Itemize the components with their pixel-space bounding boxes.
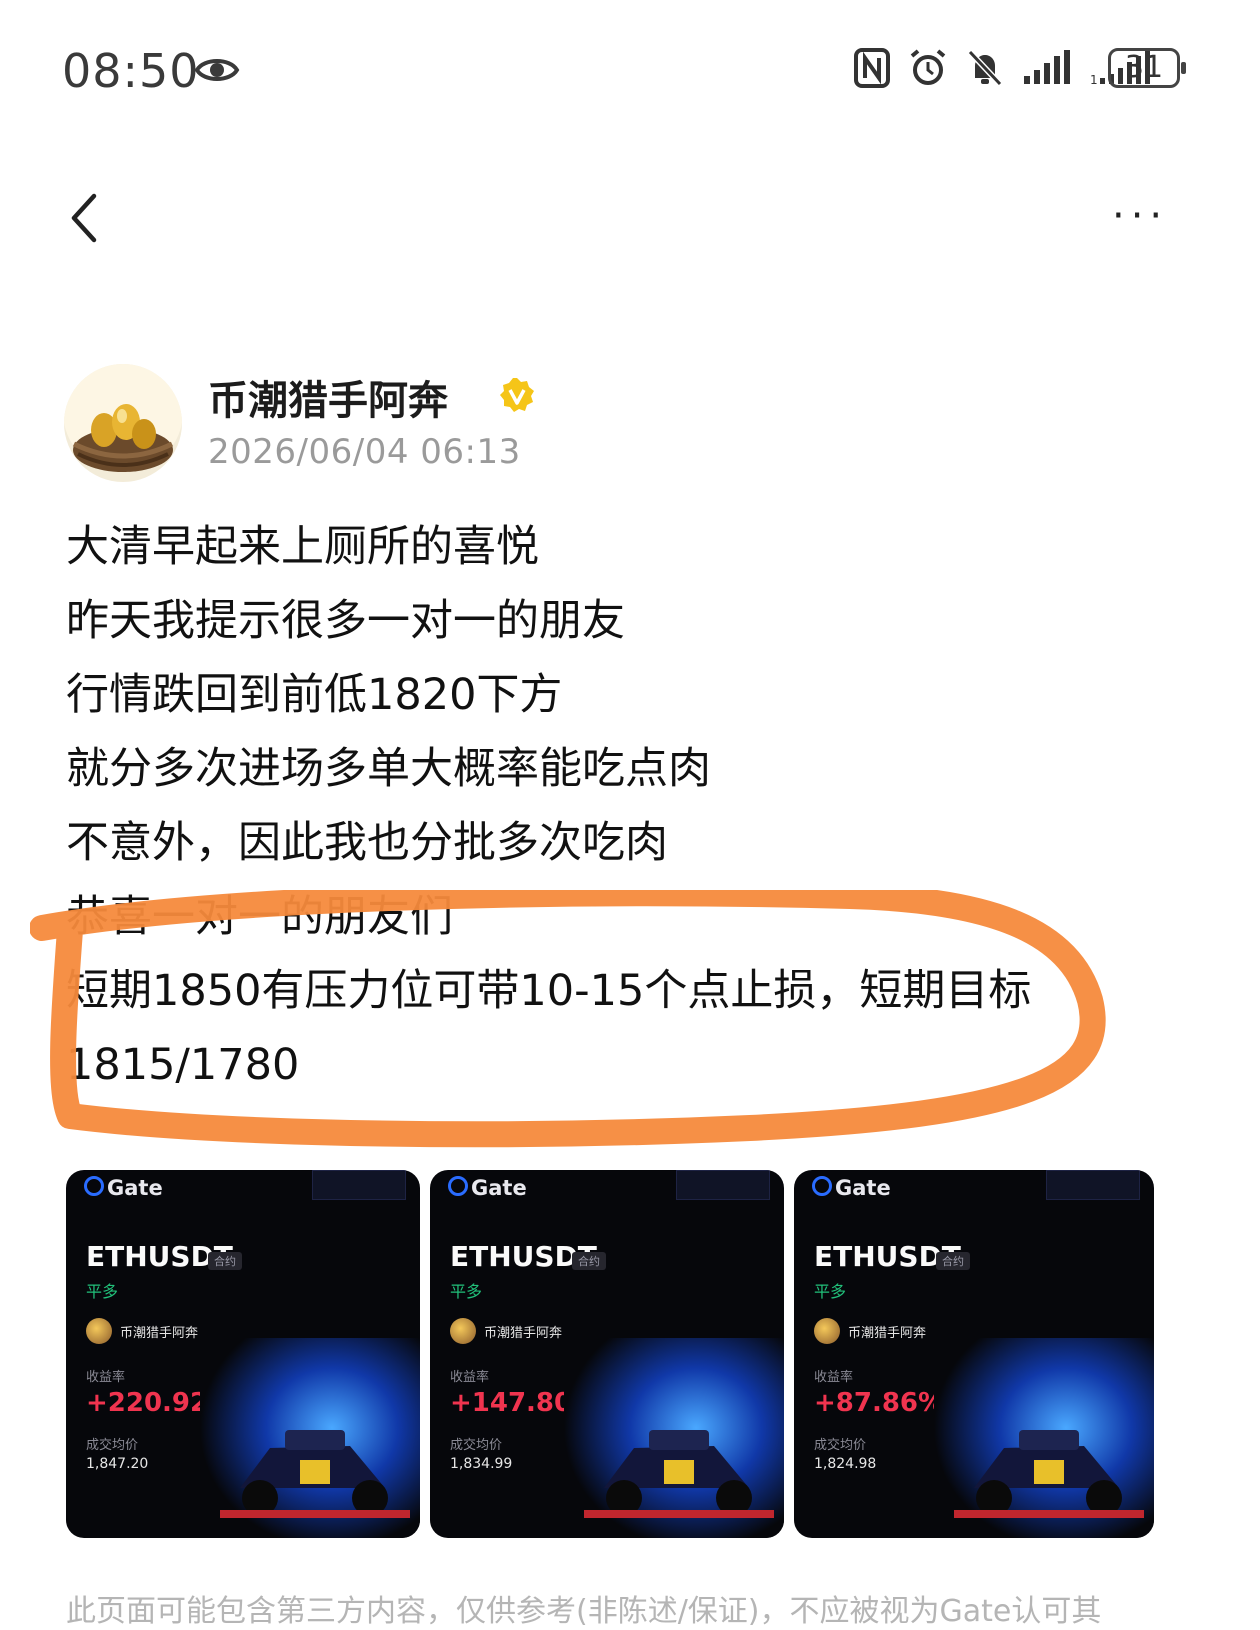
post-line: 大清早起来上厕所的喜悦: [66, 522, 539, 572]
avg-price-label: 成交均价: [814, 1438, 867, 1453]
card-username: 币潮猎手阿奔: [120, 1326, 199, 1341]
gate-logo: Gate: [84, 1176, 163, 1200]
pnl-label: 收益率: [86, 1370, 126, 1385]
trade-card[interactable]: Gate ETHUSDT 合约 平多 币潮猎手阿奔 收益率 +220.92% 成…: [66, 1170, 420, 1538]
post-line: 就分多次进场多单大概率能吃点肉: [66, 744, 711, 794]
contract-tag: 合约: [936, 1252, 970, 1270]
chevron-left-icon: [71, 193, 97, 243]
user-avatar-icon: [814, 1318, 840, 1344]
post-line: 恭喜一对一的朋友们: [66, 892, 453, 942]
sponsor-badge-icon: [676, 1170, 770, 1200]
post-body: 大清早起来上厕所的喜悦 昨天我提示很多一对一的朋友 行情跌回到前低1820下方 …: [66, 510, 1216, 1102]
battery-indicator: 31: [1108, 48, 1186, 88]
trade-side: 平多: [86, 1282, 119, 1301]
gate-logo: Gate: [812, 1176, 891, 1200]
avg-price-label: 成交均价: [86, 1438, 139, 1453]
sponsor-badge-icon: [312, 1170, 406, 1200]
more-button[interactable]: ···: [1112, 196, 1182, 236]
author-avatar[interactable]: [64, 364, 182, 482]
user-avatar-icon: [86, 1318, 112, 1344]
avg-price-label: 成交均价: [450, 1438, 503, 1453]
trade-card[interactable]: Gate ETHUSDT 合约 平多 币潮猎手阿奔 收益率 +87.86% 成交…: [794, 1170, 1154, 1538]
back-button[interactable]: [62, 188, 112, 248]
pnl-label: 收益率: [814, 1370, 854, 1385]
trade-card[interactable]: Gate ETHUSDT 合约 平多 币潮猎手阿奔 收益率 +147.80% 成…: [430, 1170, 784, 1538]
post-datetime: 2026/06/04 06:13: [208, 432, 521, 472]
avg-price-value: 1,834.99: [450, 1456, 513, 1472]
trade-cards: Gate ETHUSDT 合约 平多 币潮猎手阿奔 收益率 +220.92% 成…: [66, 1170, 1196, 1540]
avg-price-value: 1,824.98: [814, 1456, 877, 1472]
post-line: 不意外，因此我也分批多次吃肉: [66, 818, 668, 868]
card-username: 币潮猎手阿奔: [484, 1326, 563, 1341]
sponsor-badge-icon: [1046, 1170, 1140, 1200]
race-car-icon: [934, 1338, 1154, 1538]
race-car-icon: [200, 1338, 420, 1538]
card-username: 币潮猎手阿奔: [848, 1326, 927, 1341]
svg-text:1: 1: [1090, 73, 1098, 86]
alarm-icon: [910, 49, 946, 85]
verified-badge-icon: [500, 378, 534, 412]
nfc-icon: [854, 48, 890, 88]
more-dots-icon: ···: [1112, 193, 1169, 239]
race-car-icon: [564, 1338, 784, 1538]
eye-icon: [194, 59, 240, 81]
gate-logo: Gate: [448, 1176, 527, 1200]
pnl-value: +87.86%: [814, 1388, 945, 1418]
trade-side: 平多: [450, 1282, 483, 1301]
contract-tag: 合约: [208, 1252, 242, 1270]
status-time: 08:50: [62, 44, 200, 98]
post-line: 1815/1780: [66, 1040, 300, 1090]
contract-tag: 合约: [572, 1252, 606, 1270]
user-avatar-icon: [450, 1318, 476, 1344]
post-line: 短期1850有压力位可带10-15个点止损，短期目标: [66, 966, 1032, 1016]
pnl-label: 收益率: [450, 1370, 490, 1385]
trade-side: 平多: [814, 1282, 847, 1301]
mute-icon: [967, 49, 1003, 87]
signal-icon: [1024, 50, 1070, 84]
author-name[interactable]: 币潮猎手阿奔: [208, 368, 448, 426]
post-line: 行情跌回到前低1820下方: [66, 670, 563, 720]
post-line: 昨天我提示很多一对一的朋友: [66, 596, 625, 646]
disclaimer-text: 此页面可能包含第三方内容，仅供参考(非陈述/保证)，不应被视为Gate认可其: [66, 1594, 1102, 1629]
avg-price-value: 1,847.20: [86, 1456, 149, 1472]
status-bar: 08:50 1 31: [0, 0, 1260, 150]
